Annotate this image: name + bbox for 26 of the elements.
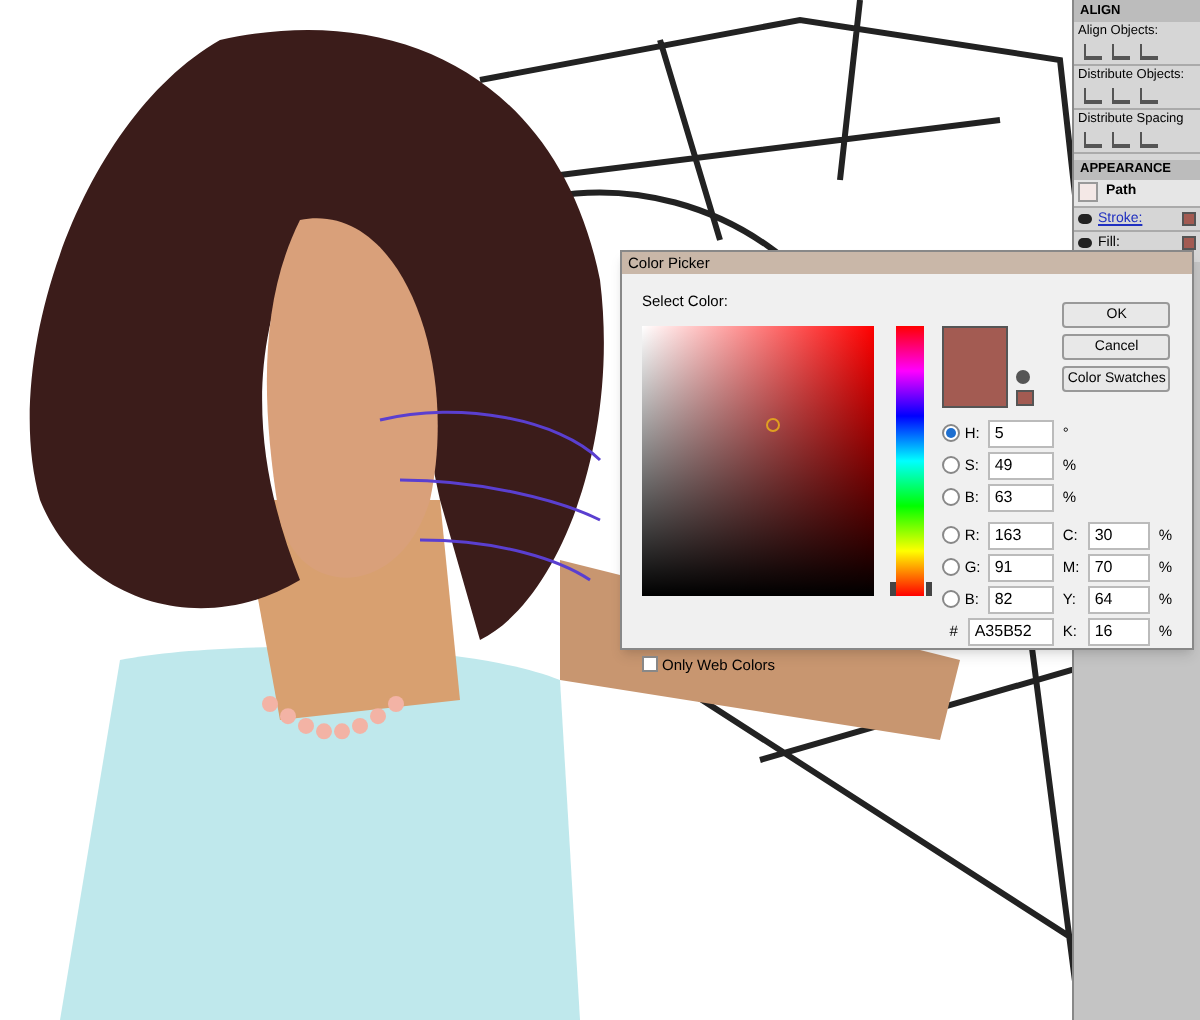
input-field[interactable]: 5 <box>988 419 1055 447</box>
radio-button[interactable] <box>942 590 961 608</box>
color-swatch-icon[interactable] <box>1182 211 1196 225</box>
input-field[interactable]: 82 <box>988 585 1055 613</box>
color-swatch-icon[interactable] <box>1182 235 1196 249</box>
path-thumbnail <box>1078 182 1098 203</box>
input-field[interactable]: 63 <box>988 483 1055 511</box>
web-color-swatch[interactable] <box>1016 389 1035 405</box>
input-field[interactable]: A35B52 <box>968 617 1055 645</box>
radio-button[interactable] <box>942 526 961 544</box>
input-field[interactable]: 49 <box>988 451 1055 479</box>
radio-button[interactable] <box>942 456 961 474</box>
color-marker[interactable] <box>766 417 780 431</box>
input-field[interactable]: 30 <box>1088 521 1151 549</box>
checkbox[interactable] <box>642 656 658 673</box>
hue-pointer[interactable] <box>889 582 931 597</box>
radio-button[interactable] <box>942 488 961 506</box>
input-field[interactable]: 163 <box>988 521 1055 549</box>
input-field[interactable]: 70 <box>1088 553 1151 581</box>
hue-slider[interactable] <box>889 325 927 595</box>
color-field[interactable] <box>642 325 873 595</box>
radio-button[interactable] <box>942 424 961 442</box>
radio-button[interactable] <box>942 558 961 576</box>
input-field[interactable]: 16 <box>1088 617 1151 645</box>
input-field[interactable]: 91 <box>988 553 1055 581</box>
input-field[interactable]: 64 <box>1088 585 1151 613</box>
